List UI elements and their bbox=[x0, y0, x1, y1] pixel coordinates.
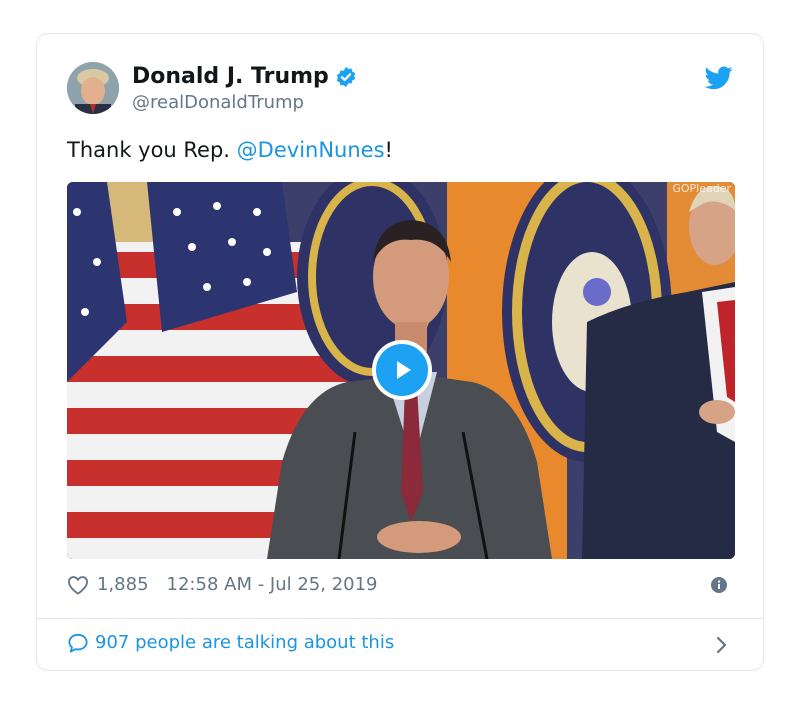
embedded-tweet-card[interactable]: Donald J. Trump @realDonaldTrump Thank y… bbox=[36, 33, 764, 671]
avatar[interactable] bbox=[67, 62, 119, 114]
heart-icon[interactable] bbox=[67, 575, 89, 595]
divider bbox=[37, 618, 763, 619]
video-thumbnail[interactable]: GOPleader bbox=[67, 182, 735, 559]
tweet-meta: 1,885 12:58 AM - Jul 25, 2019 bbox=[67, 574, 378, 595]
verified-badge-icon bbox=[335, 66, 357, 88]
tweet-text-suffix: ! bbox=[384, 138, 393, 162]
timestamp[interactable]: 12:58 AM - Jul 25, 2019 bbox=[167, 574, 378, 595]
play-icon bbox=[397, 361, 411, 379]
play-button[interactable] bbox=[372, 340, 432, 400]
twitter-bird-icon[interactable] bbox=[704, 66, 733, 90]
author-name-row[interactable]: Donald J. Trump bbox=[132, 64, 357, 89]
media-watermark: GOPleader bbox=[672, 182, 731, 195]
conversation-link[interactable]: 907 people are talking about this bbox=[67, 632, 394, 653]
talking-about-text[interactable]: 907 people are talking about this bbox=[95, 632, 394, 653]
info-icon[interactable] bbox=[711, 577, 727, 593]
mention-link[interactable]: @DevinNunes bbox=[237, 138, 385, 162]
tweet-text-prefix: Thank you Rep. bbox=[67, 138, 237, 162]
chevron-right-icon[interactable] bbox=[715, 634, 729, 656]
author-handle[interactable]: @realDonaldTrump bbox=[132, 92, 304, 113]
author-name[interactable]: Donald J. Trump bbox=[132, 64, 329, 89]
tweet-text: Thank you Rep. @DevinNunes! bbox=[67, 138, 393, 162]
speech-bubble-icon bbox=[68, 633, 88, 653]
like-count[interactable]: 1,885 bbox=[97, 574, 149, 595]
